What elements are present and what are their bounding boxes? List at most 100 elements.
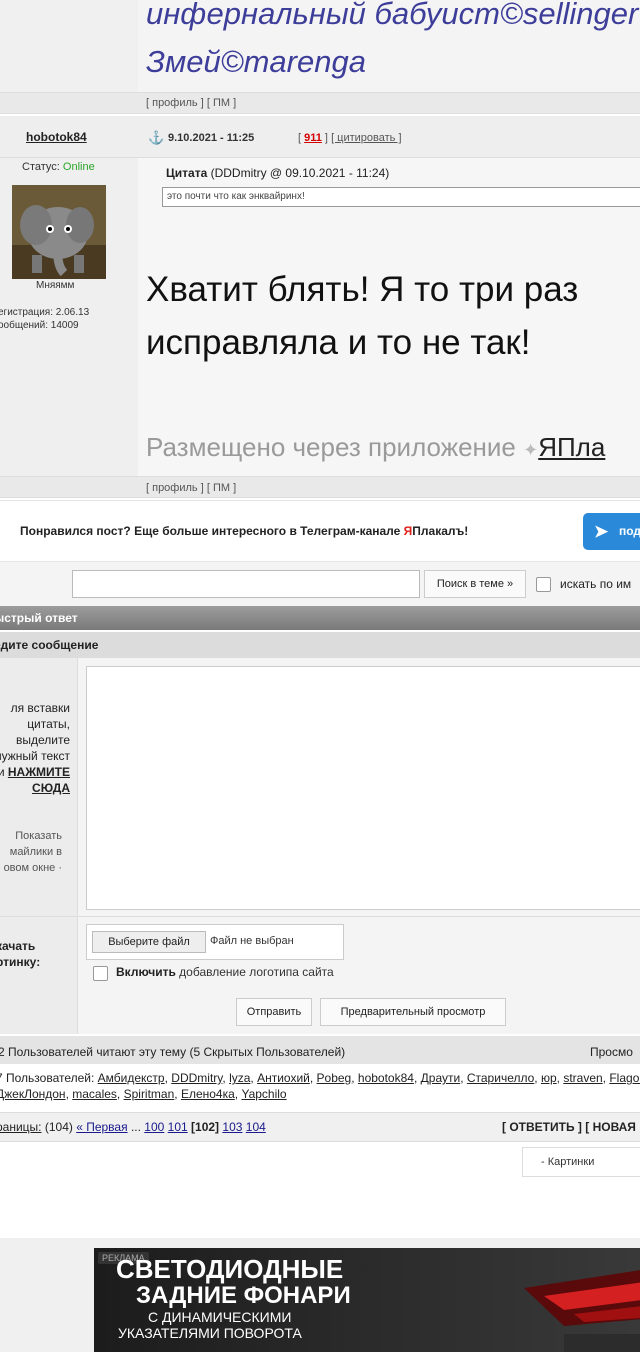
upload-image-label: качать ртинку: (0, 939, 41, 969)
post-date: 9.10.2021 - 11:25 (168, 132, 255, 144)
avatar-caption: Мняямм (36, 280, 75, 291)
user-separator: , (309, 1071, 317, 1085)
reader-user-link[interactable]: юр (541, 1071, 557, 1085)
post-text: Хватит блять! Я то три раз исправляла и … (146, 263, 578, 369)
reader-user-link[interactable]: ДжекЛондон (0, 1087, 66, 1101)
quote-title: Цитата (DDDmitry @ 09.10.2021 - 11:24) (166, 166, 389, 180)
reader-user-link[interactable]: macales (72, 1087, 117, 1101)
app-link[interactable]: ЯПла (538, 432, 605, 462)
status-value: Online (62, 161, 95, 173)
pages-count: (104) (41, 1120, 77, 1134)
choose-file-button[interactable]: Выберите файл (92, 931, 206, 953)
user-separator: , (413, 1071, 421, 1085)
pages-label: раницы: (0, 1120, 42, 1134)
reader-user-link[interactable]: hobotok84 (358, 1071, 414, 1085)
page-link-101[interactable]: 101 (168, 1120, 188, 1134)
signature-line-1: инфернальный бабуист©sellinger (146, 0, 639, 31)
user-separator: , (174, 1087, 181, 1101)
telegram-subscribe-button[interactable]: ➤ под (583, 513, 640, 550)
add-logo-label: Включить добавление логотипа сайта (116, 965, 334, 979)
readers-summary: 2 Пользователей читают эту тему (5 Скрыт… (0, 1045, 346, 1059)
reader-user-link[interactable]: Драути (421, 1071, 461, 1085)
show-smiles-link[interactable]: Показать майлики в овом окне (4, 830, 62, 874)
reader-user-link[interactable]: Flagon (609, 1071, 640, 1085)
send-button[interactable]: Отправить (236, 998, 312, 1026)
pm-link[interactable]: [ ПМ ] (207, 97, 236, 109)
profile-link[interactable]: [ профиль ] (146, 482, 204, 494)
avatar[interactable] (12, 185, 106, 279)
reader-user-link[interactable]: Антиохий (257, 1071, 310, 1085)
insert-quote-link[interactable]: НАЖМИТЕ СЮДА (8, 765, 70, 795)
reader-user-link[interactable]: lyza (229, 1071, 250, 1085)
add-logo-label-bold: Включить (116, 965, 176, 979)
telegram-text: Понравился пост? Еще больше интересного … (20, 524, 468, 538)
post-text-line-2: исправляла и то не так! (146, 323, 531, 362)
quote-label: Цитата (166, 166, 208, 180)
post-links-bar-top: [ профиль ] [ ПМ ] (0, 92, 640, 114)
search-by-name-checkbox[interactable] (536, 577, 551, 592)
reply-new-links[interactable]: [ ОТВЕТИТЬ ] [ НОВАЯ (502, 1120, 636, 1134)
profile-link[interactable]: [ профиль ] (146, 97, 204, 109)
add-logo-checkbox[interactable] (93, 966, 108, 981)
signature-left-column (0, 0, 138, 92)
reader-user-link[interactable]: Yapchilo (241, 1087, 286, 1101)
reader-user-link[interactable]: Елено4ка (181, 1087, 235, 1101)
pages-dots: ... (127, 1120, 145, 1134)
post-number[interactable]: 911 (304, 132, 322, 144)
post-meta: [ 911 ] [ цитировать ] (298, 132, 402, 144)
user-status: Статус: Online (22, 161, 95, 173)
quick-reply-separator (0, 916, 640, 917)
post-text-line-1: Хватит блять! Я то три раз (146, 270, 579, 309)
reader-user-link[interactable]: Старичелло (467, 1071, 534, 1085)
readers-users-list: 7 Пользователей: Амбидекстр, DDDmitry, l… (0, 1070, 640, 1102)
ad-line-4: УКАЗАТЕЛЯМИ ПОВОРОТА (118, 1325, 302, 1341)
reader-user-link[interactable]: Амбидекстр (98, 1071, 165, 1085)
user-separator: , (351, 1071, 358, 1085)
smiles-hint: Показать майлики в овом окне · (0, 828, 62, 876)
message-count: ообщений: 14009 (0, 320, 79, 331)
reader-user-link[interactable]: Spiritman (124, 1087, 175, 1101)
users-prefix: 7 Пользователей: (0, 1071, 98, 1085)
add-logo-label-rest: добавление логотипа сайта (175, 965, 334, 979)
signature-line-2: Змей©marenga (146, 44, 366, 79)
quote-link[interactable]: [ цитировать ] (331, 132, 401, 144)
quick-reply-header: ыстрый ответ (0, 606, 640, 630)
reader-user-link[interactable]: DDDmitry (171, 1071, 222, 1085)
status-label: Статус: (22, 161, 63, 173)
post-links-bar-bottom: [ профиль ] [ ПМ ] (0, 476, 640, 498)
reply-textarea[interactable] (86, 666, 640, 910)
user-separator: , (460, 1071, 467, 1085)
reader-user-link[interactable]: straven (563, 1071, 602, 1085)
quote-box: это почти что как энквайринх! (162, 187, 640, 207)
ad-line-1: СВЕТОДИОДНЫЕ (116, 1254, 344, 1284)
post-author[interactable]: hobotok84 (26, 130, 87, 144)
telegram-plane-icon: ➤ (594, 522, 609, 541)
posted-via-label: Размещено через приложение (146, 432, 524, 462)
search-by-name-label: искать по им (560, 577, 632, 591)
post-number-close: ] (321, 132, 328, 144)
telegram-text-main: Понравился пост? Еще больше интересного … (20, 524, 404, 538)
quote-insert-hint: ля вставки цитаты, выделите нужный текст… (0, 700, 70, 796)
pictures-select[interactable]: - Картинки (522, 1147, 640, 1177)
pagination: раницы: (104) « Первая ... 100 101 [102]… (0, 1120, 266, 1134)
quote-author: (DDDmitry @ 09.10.2021 - 11:24) (207, 166, 390, 180)
page-link-103[interactable]: 103 (222, 1120, 242, 1134)
brand-rest: Плакалъ! (412, 524, 469, 538)
page-link-104[interactable]: 104 (246, 1120, 266, 1134)
brand-ya: Я (403, 524, 413, 538)
page-first-link[interactable]: « Первая (76, 1120, 127, 1134)
quick-reply-subheader: едите сообщение (0, 632, 640, 658)
pm-link[interactable]: [ ПМ ] (207, 482, 236, 494)
reader-user-link[interactable]: Pobeg (317, 1071, 352, 1085)
anchor-icon[interactable]: ⚓ (148, 130, 164, 145)
page-current: [102] (191, 1120, 220, 1134)
page-link-100[interactable]: 100 (144, 1120, 164, 1134)
topic-search-button[interactable]: Поиск в теме » (424, 570, 526, 598)
user-separator: , (116, 1087, 124, 1101)
file-status: Файл не выбран (210, 935, 294, 947)
readers-right-text: Просмо (590, 1045, 633, 1059)
topic-search-input[interactable] (72, 570, 420, 598)
elephant-avatar-image (12, 185, 106, 279)
user-separator: , (534, 1071, 541, 1085)
preview-button[interactable]: Предварительный просмотр (320, 998, 506, 1026)
